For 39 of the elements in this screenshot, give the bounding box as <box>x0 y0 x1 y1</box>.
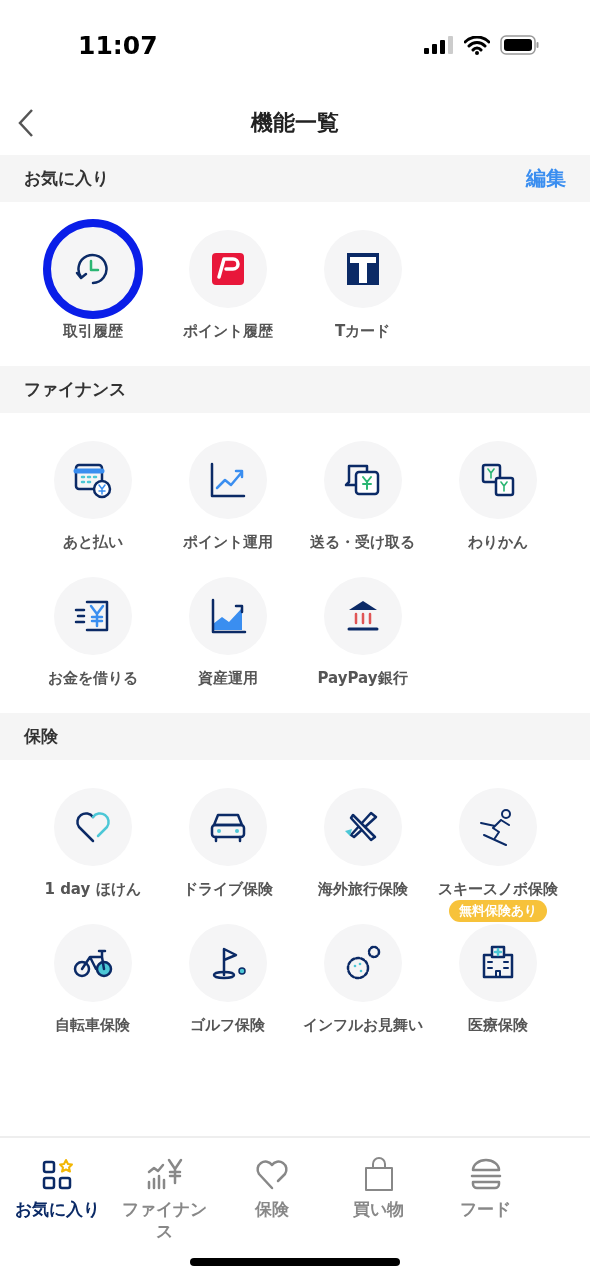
section-title: お気に入り <box>24 167 109 190</box>
status-time: 11:07 <box>78 30 158 60</box>
feature-label: 海外旅行保険 <box>316 879 409 900</box>
tab[interactable]: ファイナンス <box>111 1138 218 1278</box>
feature-label: スキースノボ保険 <box>436 879 559 900</box>
feature-label: 1 day ほけん <box>43 879 142 900</box>
wifi-icon <box>464 35 490 55</box>
feature-label: お金を借りる <box>46 668 139 689</box>
tab-label: 保険 <box>253 1198 290 1221</box>
feature-label: 送る・受け取る <box>309 532 416 553</box>
feature-label: PayPay銀行 <box>316 668 409 689</box>
feature-label: インフルお見舞い <box>301 1015 424 1036</box>
free-badge: 無料保険あり <box>448 900 547 922</box>
feature-label: 取引履歴 <box>61 321 124 342</box>
section-title: 保険 <box>24 725 58 748</box>
feature-label: 自転車保険 <box>54 1015 131 1036</box>
signal-icon <box>424 36 454 54</box>
battery-icon <box>500 35 540 55</box>
page-title: 機能一覧 <box>251 108 339 137</box>
feature-label: ゴルフ保険 <box>189 1015 266 1036</box>
tab-label: ファイナンス <box>121 1198 208 1243</box>
tab[interactable]: フード <box>432 1138 539 1278</box>
tab[interactable]: 保険 <box>218 1138 325 1278</box>
tab-label: 買い物 <box>352 1198 405 1221</box>
tab[interactable]: 買い物 <box>325 1138 432 1278</box>
feature-label: 医療保険 <box>466 1015 529 1036</box>
back-icon[interactable] <box>16 108 36 138</box>
feature-label: あと払い <box>61 532 124 553</box>
tab[interactable]: お気に入り <box>4 1138 111 1278</box>
feature-label: ポイント履歴 <box>181 321 274 342</box>
feature-label: ポイント運用 <box>181 532 274 553</box>
edit-link[interactable]: 編集 <box>526 165 566 192</box>
feature-label: Tカード <box>333 321 392 342</box>
feature-label: わりかん <box>466 532 529 553</box>
section-title: ファイナンス <box>24 378 126 401</box>
feature-label: ドライブ保険 <box>181 879 274 900</box>
feature-label: 資産運用 <box>196 668 259 689</box>
tab-label: お気に入り <box>14 1198 101 1221</box>
tab-label: フード <box>459 1198 512 1221</box>
